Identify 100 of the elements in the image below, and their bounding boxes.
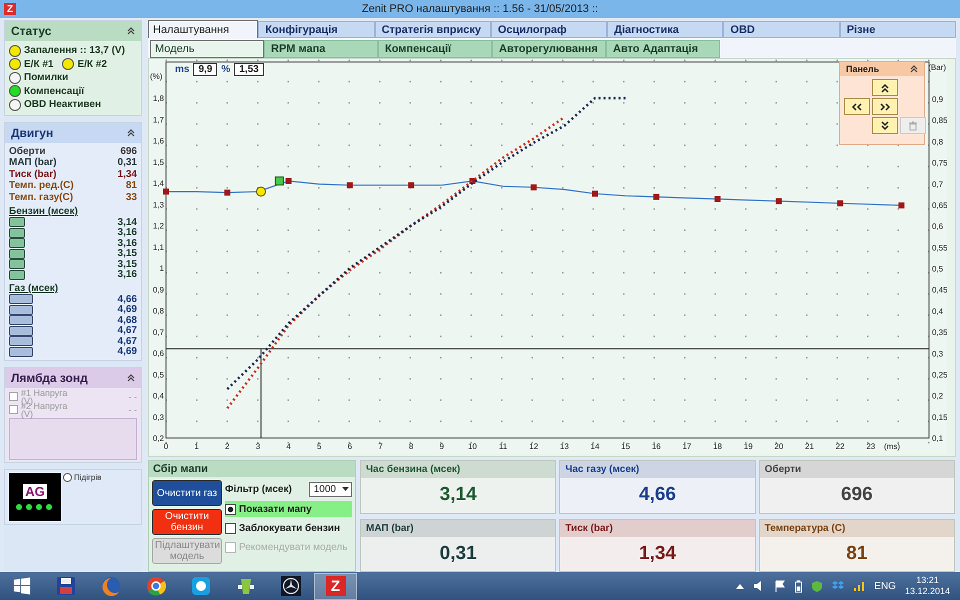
- clock-date: 13.12.2014: [904, 586, 950, 597]
- sensor-value: - -: [128, 406, 137, 414]
- injector-bar: [9, 217, 25, 228]
- axis-tick-label: 0,7: [932, 180, 944, 189]
- four-pane-icon: [13, 577, 31, 595]
- language-indicator[interactable]: ENG: [874, 580, 896, 592]
- tab[interactable]: Конфігурація: [258, 21, 375, 38]
- checkbox[interactable]: [9, 405, 18, 414]
- axis-tick-label: 3: [256, 442, 260, 451]
- axis-tick-label: 21: [805, 442, 814, 451]
- injector-bar: [9, 238, 25, 248]
- axis-tick-label: 0,6: [932, 222, 944, 232]
- segmented-circle-icon: [146, 576, 166, 596]
- warmup-label: Підігрів: [74, 473, 102, 482]
- injector-value: 4,67: [118, 336, 137, 347]
- axis-tick-label: 0,45: [932, 286, 947, 295]
- axis-tick-label: 8: [408, 442, 414, 451]
- checkbox[interactable]: [225, 504, 236, 514]
- panel-title: Сбір мапи: [149, 461, 355, 477]
- battery-icon[interactable]: [795, 580, 802, 592]
- tile-value: 1,34: [638, 542, 677, 566]
- nav-button[interactable]: [872, 98, 898, 115]
- injector-value: 4,69: [118, 304, 137, 316]
- panel-title: Статус: [11, 24, 52, 38]
- tab[interactable]: Стратегія вприску: [374, 21, 491, 38]
- cloud-icon: [190, 576, 210, 596]
- point-marker: [224, 190, 230, 196]
- action-button[interactable]: Очистити газ: [152, 480, 222, 506]
- globe-icon: [100, 576, 120, 596]
- section-link[interactable]: Газ (мсек): [9, 283, 58, 294]
- tab[interactable]: Різне: [840, 21, 956, 38]
- tab[interactable]: Діагностика: [607, 21, 724, 38]
- axis-tick-label: 1,1: [152, 242, 164, 252]
- action-button[interactable]: Очистити бензин: [152, 509, 222, 535]
- collapse-icon[interactable]: [910, 65, 918, 73]
- axis-tick-label: 23: [866, 442, 876, 451]
- tab[interactable]: Компенсації: [378, 40, 492, 58]
- checkbox[interactable]: [9, 392, 18, 401]
- filter-dropdown[interactable]: 1000: [308, 482, 352, 496]
- panel-title: Панель: [846, 64, 880, 74]
- collapse-icon[interactable]: [127, 374, 135, 382]
- nav-button[interactable]: [872, 117, 898, 134]
- axis-tick-label: 12: [529, 442, 538, 451]
- axis-tick-label: 10: [468, 442, 477, 451]
- nav-button[interactable]: [872, 79, 898, 96]
- axis-tick-label: 0,7: [152, 328, 164, 337]
- taskbar-button[interactable]: Z: [314, 572, 357, 600]
- tab[interactable]: OBD: [723, 21, 840, 38]
- axis-tick-label: 1,6: [152, 136, 164, 146]
- nav-button[interactable]: [844, 98, 870, 115]
- point-marker: [837, 200, 844, 206]
- axis-tick-label: 0,5: [152, 370, 164, 380]
- tab[interactable]: Модель: [150, 40, 264, 58]
- panel-header[interactable]: Статус: [5, 21, 141, 41]
- box-icon[interactable]: [832, 580, 844, 592]
- axis-tick-label: 1: [194, 442, 199, 451]
- filter-label: Фільтр (мсек): [225, 484, 292, 494]
- axis-tick-label: 17: [682, 442, 692, 451]
- tab[interactable]: RPM мапа: [264, 40, 378, 58]
- shield-icon[interactable]: [811, 580, 824, 592]
- caret-up-icon[interactable]: [736, 583, 744, 589]
- axis-tick-label: 0,9: [152, 285, 164, 294]
- section-link[interactable]: Бензин (мсек): [9, 206, 78, 217]
- tab[interactable]: Авторегулювання: [492, 40, 606, 58]
- injector-bar: [9, 304, 33, 315]
- radio-button[interactable]: [63, 473, 72, 482]
- axis-tick-label: 6: [348, 442, 352, 451]
- axis-tick-label: 0,8: [152, 306, 164, 316]
- chevron-left-icon: [851, 102, 863, 112]
- panel-title: Двигун: [11, 126, 54, 140]
- axis-tick-label: 18: [713, 442, 722, 451]
- panel-header[interactable]: Двигун: [5, 122, 141, 142]
- param-label: Темп. газу(С): [9, 192, 74, 203]
- checkbox[interactable]: [225, 522, 236, 534]
- tab[interactable]: Осцилограф: [490, 21, 608, 38]
- axis-tick-label: 5: [316, 442, 322, 451]
- axis-tick-label: 1: [160, 264, 164, 274]
- display-logo: AG: [23, 484, 47, 498]
- tab[interactable]: Авто Адаптація: [606, 40, 720, 58]
- readout-value: 1,53: [234, 63, 264, 76]
- star-circle-icon: [280, 576, 300, 596]
- point-marker: [714, 196, 721, 202]
- axis-tick-label: 0,65: [932, 200, 947, 210]
- point-marker: [408, 182, 414, 188]
- tab[interactable]: Налаштування: [148, 20, 258, 38]
- panel-header[interactable]: Лямбда зонд: [5, 368, 141, 388]
- tile-label: Час бензина (мсек): [361, 461, 556, 478]
- axis-tick-label: 1,5: [152, 158, 164, 167]
- panel-title: Лямбда зонд: [11, 371, 88, 385]
- param-label: Темп. ред.(С): [9, 180, 74, 192]
- axis-tick-label: 0,2: [932, 392, 944, 401]
- axis-tick-label: 0: [164, 442, 168, 451]
- axis-tick-label: 0,2: [152, 434, 164, 443]
- collapse-icon[interactable]: [127, 27, 135, 35]
- injector-bar: [9, 326, 33, 336]
- tile-label: Час газу (мсек): [560, 461, 755, 478]
- injector-bar: [9, 336, 33, 346]
- signal-icon[interactable]: [853, 580, 866, 592]
- collapse-icon[interactable]: [127, 128, 135, 136]
- flag-icon[interactable]: [774, 580, 786, 592]
